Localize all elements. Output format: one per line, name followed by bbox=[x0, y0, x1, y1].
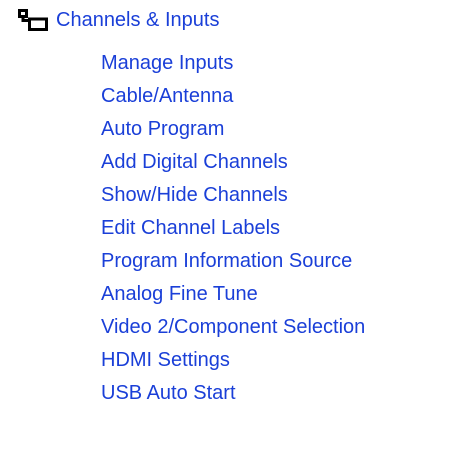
edit-channel-labels-link[interactable]: Edit Channel Labels bbox=[101, 217, 280, 239]
auto-program-link[interactable]: Auto Program bbox=[101, 118, 224, 140]
list-item: Manage Inputs bbox=[101, 49, 365, 82]
topic-tree: Channels & Inputs Manage Inputs Cable/An… bbox=[0, 0, 455, 472]
list-item: Edit Channel Labels bbox=[101, 214, 365, 247]
show-hide-channels-link[interactable]: Show/Hide Channels bbox=[101, 184, 288, 206]
list-item: Cable/Antenna bbox=[101, 82, 365, 115]
tree-children-list: Manage Inputs Cable/Antenna Auto Program… bbox=[101, 49, 365, 412]
folder-tree-icon bbox=[18, 9, 48, 31]
tree-root-link[interactable]: Channels & Inputs bbox=[56, 6, 219, 34]
list-item: Video 2/Component Selection bbox=[101, 313, 365, 346]
list-item: Add Digital Channels bbox=[101, 148, 365, 181]
add-digital-channels-link[interactable]: Add Digital Channels bbox=[101, 151, 288, 173]
analog-fine-tune-link[interactable]: Analog Fine Tune bbox=[101, 283, 258, 305]
list-item: HDMI Settings bbox=[101, 346, 365, 379]
video2-component-selection-link[interactable]: Video 2/Component Selection bbox=[101, 316, 365, 338]
list-item: Auto Program bbox=[101, 115, 365, 148]
list-item: Program Information Source bbox=[101, 247, 365, 280]
list-item: USB Auto Start bbox=[101, 379, 365, 412]
hdmi-settings-link[interactable]: HDMI Settings bbox=[101, 349, 230, 371]
cable-antenna-link[interactable]: Cable/Antenna bbox=[101, 85, 233, 107]
list-item: Analog Fine Tune bbox=[101, 280, 365, 313]
usb-auto-start-link[interactable]: USB Auto Start bbox=[101, 382, 236, 404]
manage-inputs-link[interactable]: Manage Inputs bbox=[101, 52, 233, 74]
tree-root-row[interactable]: Channels & Inputs bbox=[18, 6, 219, 34]
list-item: Show/Hide Channels bbox=[101, 181, 365, 214]
program-information-source-link[interactable]: Program Information Source bbox=[101, 250, 352, 272]
